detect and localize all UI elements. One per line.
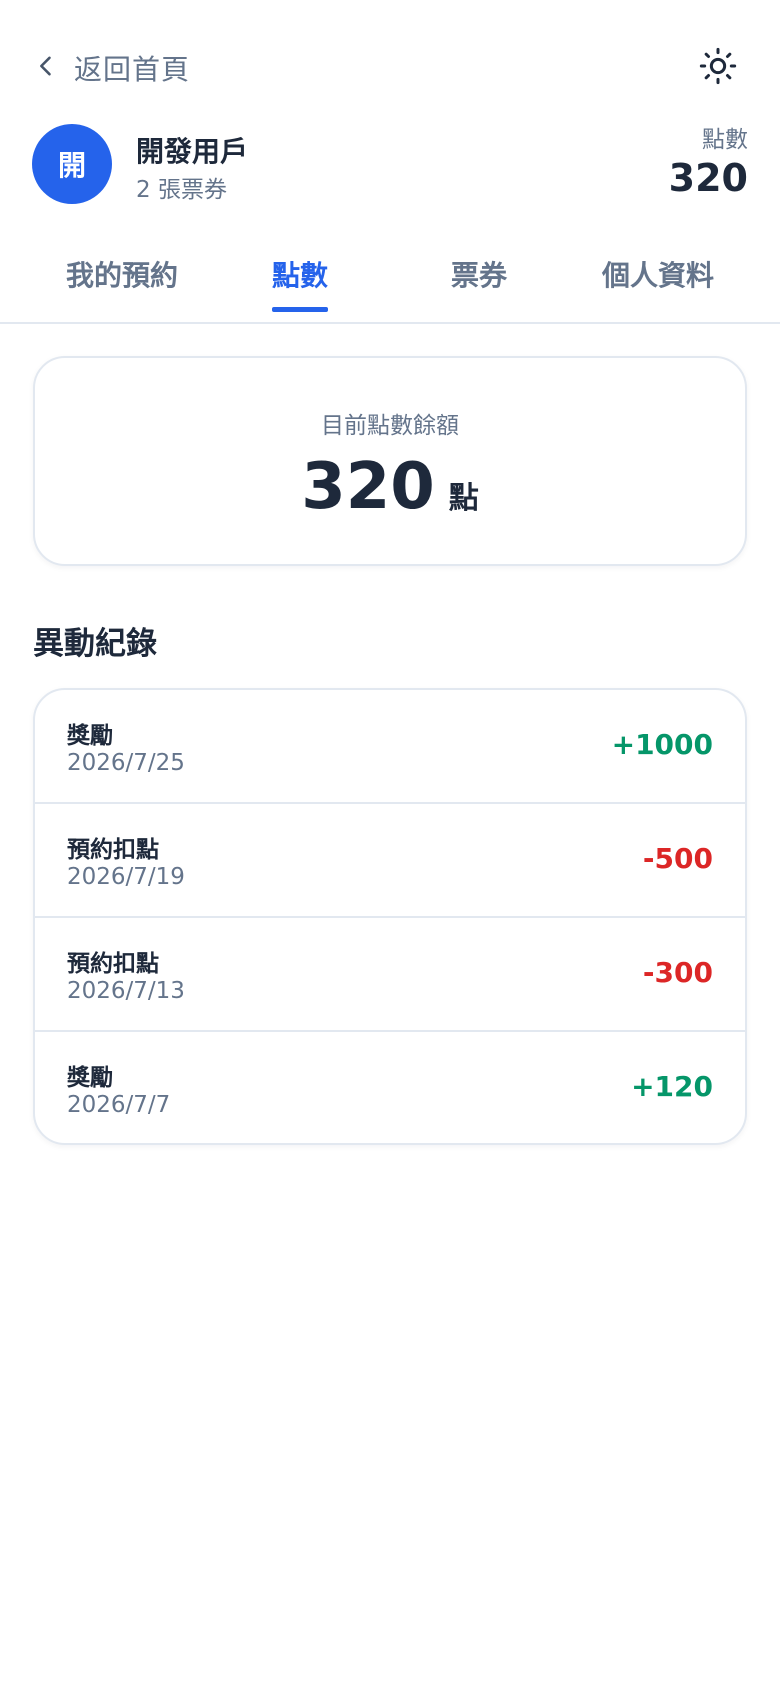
tab-reservations[interactable]: 我的預約 (32, 248, 212, 322)
history-row: 預約扣點 2026/7/13 -300 (35, 918, 745, 1032)
history-item-amount: +120 (631, 1070, 713, 1103)
history-item-title: 獎勵 (67, 723, 113, 749)
history-row: 獎勵 2026/7/7 +120 (35, 1032, 745, 1143)
balance-label: 目前點數餘額 (321, 413, 459, 439)
tab-bar: 我的預約 點數 票券 個人資料 (0, 248, 780, 324)
active-tab-indicator (272, 307, 328, 312)
balance-unit: 點 (448, 481, 479, 516)
history-row: 預約扣點 2026/7/19 -500 (35, 804, 745, 918)
history-item-date: 2026/7/7 (67, 1092, 171, 1118)
sun-icon (698, 46, 738, 90)
history-item-date: 2026/7/25 (67, 750, 185, 776)
history-item-amount: -500 (642, 842, 713, 875)
points-value: 320 (668, 156, 748, 200)
theme-toggle-button[interactable] (696, 46, 740, 90)
history-item-date: 2026/7/13 (67, 978, 185, 1004)
history-item-title: 預約扣點 (67, 837, 159, 863)
balance-amount: 320 點 (35, 450, 745, 524)
history-item-title: 預約扣點 (67, 951, 159, 977)
chevron-left-icon (32, 52, 60, 84)
tab-profile[interactable]: 個人資料 (568, 248, 748, 322)
back-label: 返回首頁 (74, 53, 191, 86)
balance-card: 目前點數餘額 320 點 (33, 356, 747, 566)
history-item-title: 獎勵 (67, 1065, 113, 1091)
history-item-amount: +1000 (611, 728, 713, 761)
points-page: 返回首頁 開 開發用戶 2 張票券 點數 320 我的預約 點數 票券 個人資料… (0, 0, 780, 1688)
back-to-home-button[interactable]: 返回首頁 (32, 48, 190, 88)
history-title: 異動紀錄 (33, 626, 157, 662)
profile-header: 開 開發用戶 2 張票券 點數 320 (32, 124, 748, 204)
balance-value: 320 (301, 450, 435, 524)
user-name: 開發用戶 (136, 135, 249, 168)
ticket-count: 2 張票券 (136, 177, 227, 203)
tab-tickets[interactable]: 票券 (389, 248, 569, 322)
top-bar: 返回首頁 (0, 40, 780, 96)
points-label: 點數 (702, 127, 748, 153)
avatar: 開 (32, 124, 112, 204)
history-item-date: 2026/7/19 (67, 864, 185, 890)
history-item-amount: -300 (642, 956, 713, 989)
history-list: 獎勵 2026/7/25 +1000 預約扣點 2026/7/19 -500 預… (33, 688, 747, 1145)
history-row: 獎勵 2026/7/25 +1000 (35, 690, 745, 804)
